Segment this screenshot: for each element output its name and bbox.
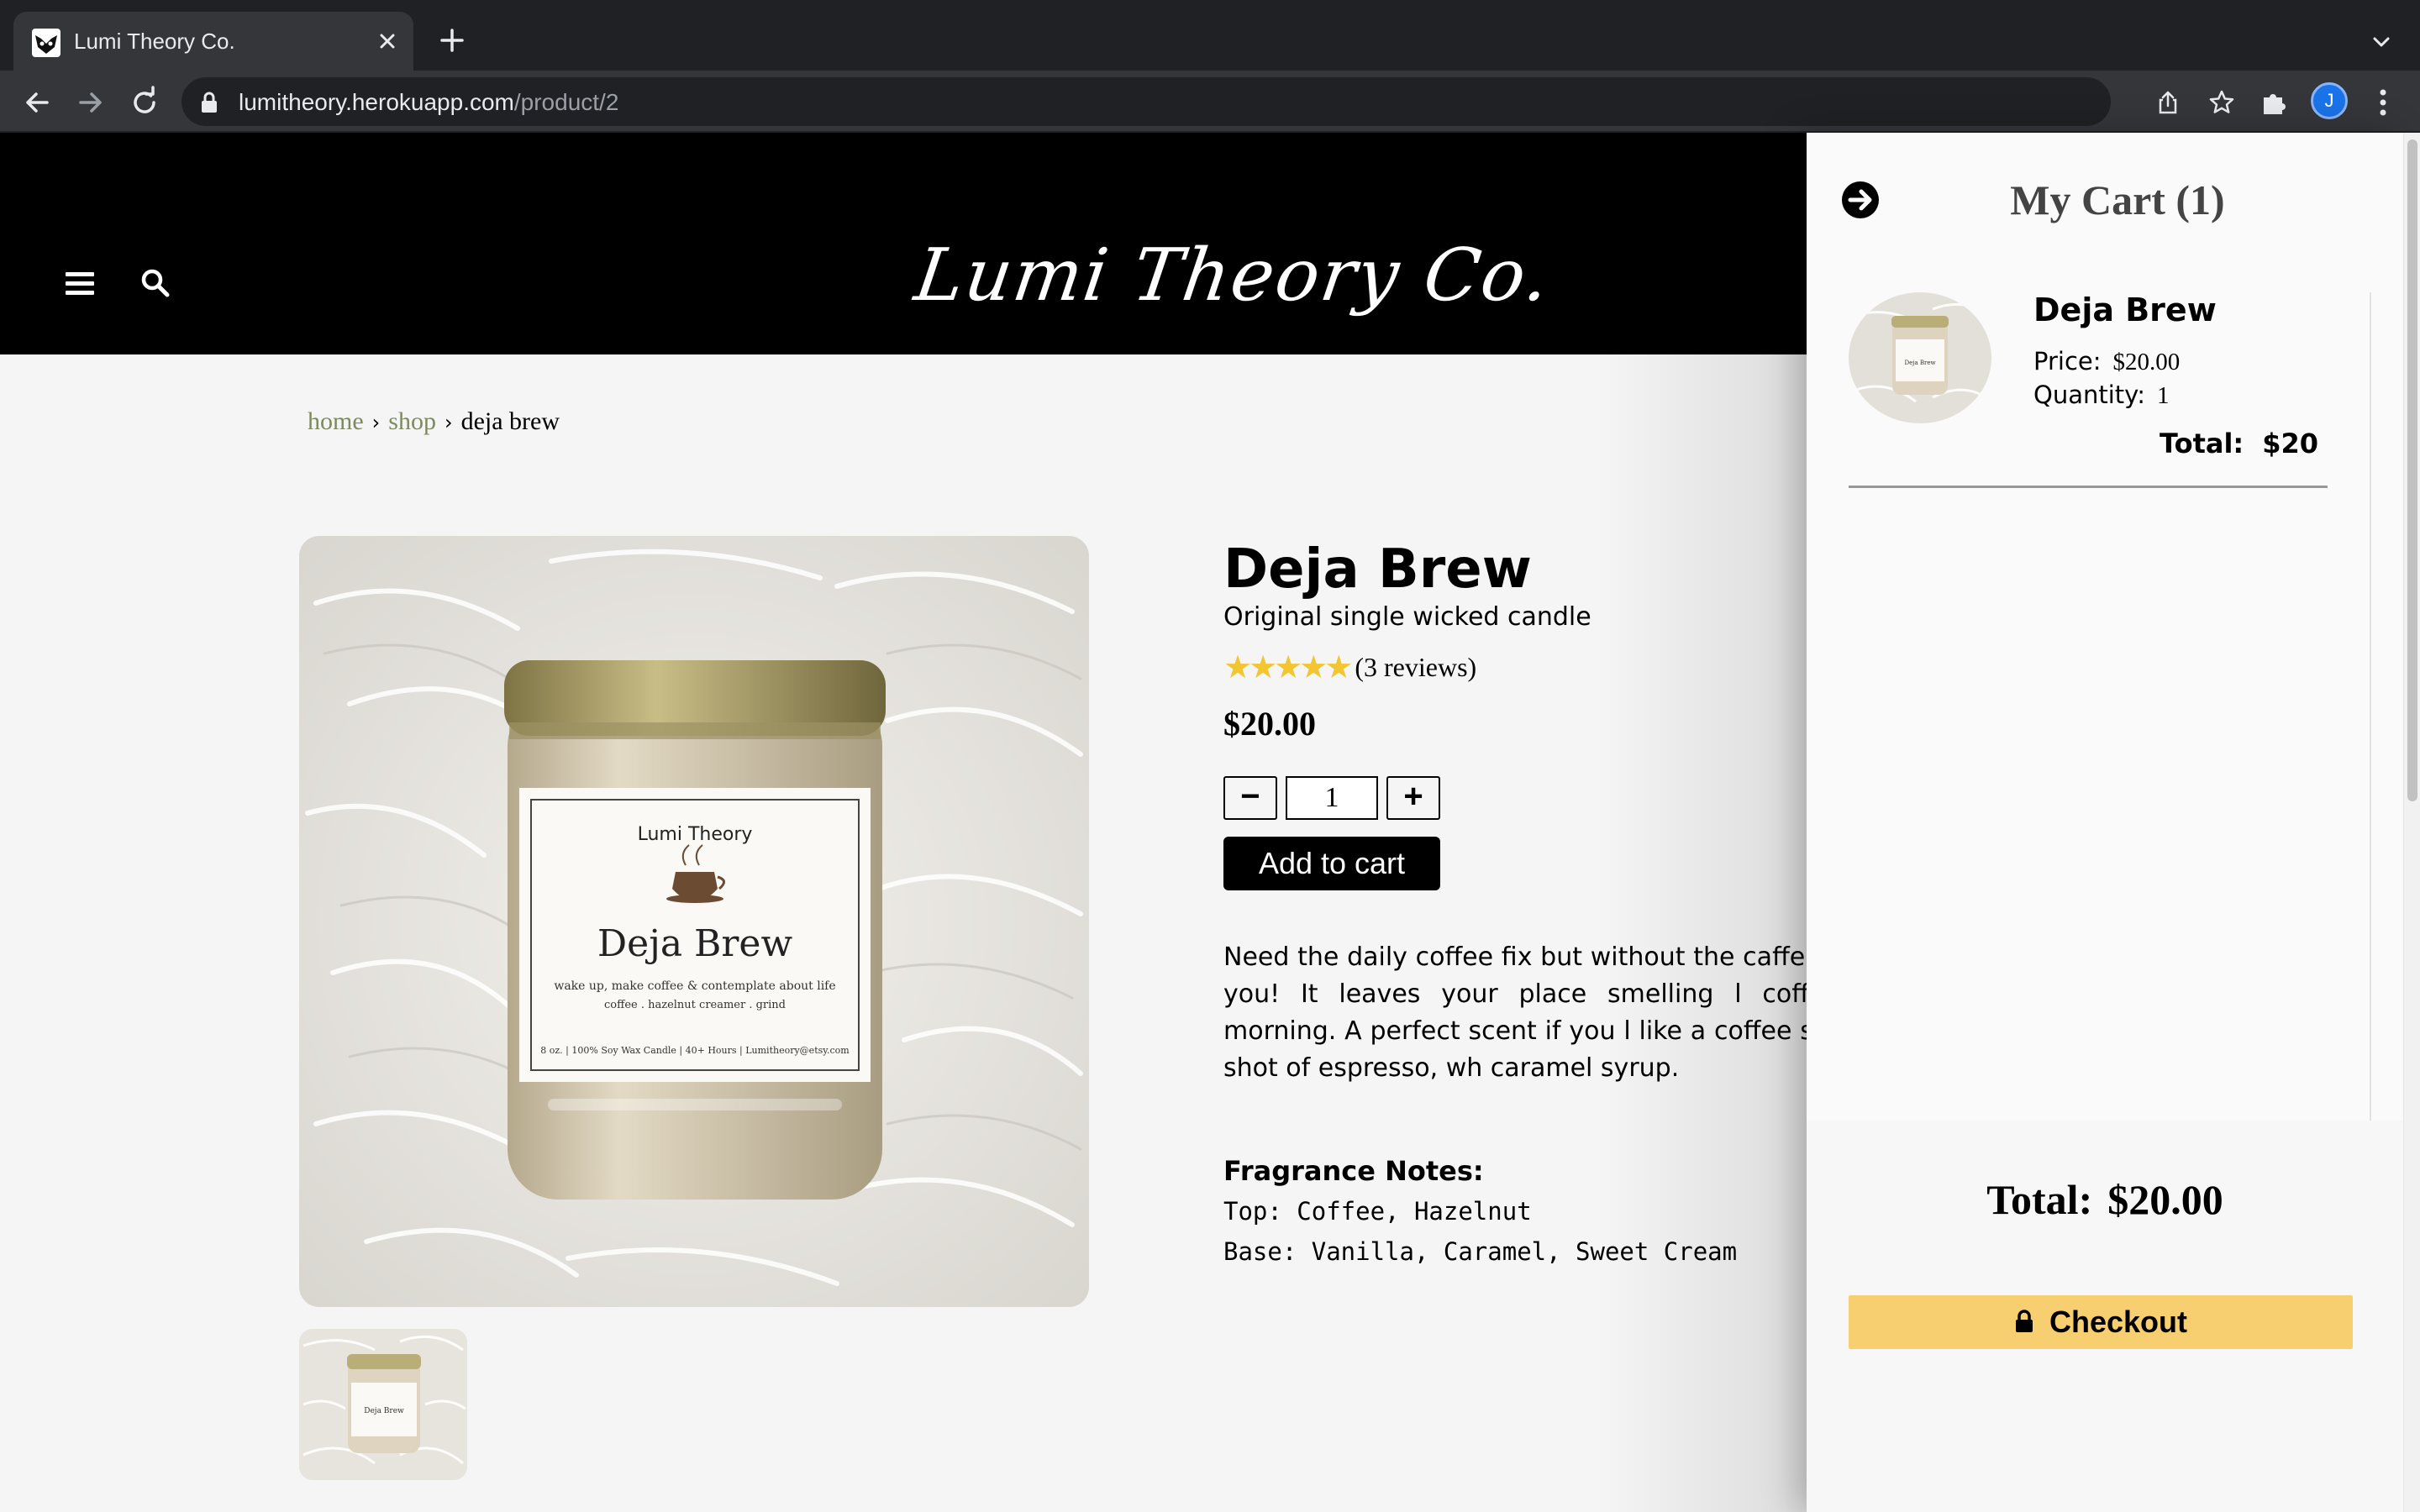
browser-toolbar: lumitheory.herokuapp.com/product/2 J — [0, 71, 2420, 133]
cart-item-price: Price: $20.00 — [2033, 344, 2180, 379]
fragrance-notes-base: Base: Vanilla, Caramel, Sweet Cream — [1223, 1237, 1738, 1266]
cart-item-total: Total: $20 — [2160, 423, 2344, 464]
browser-tab-bar: Lumi Theory Co. — [0, 0, 2420, 71]
breadcrumb-shop-link[interactable]: shop — [388, 407, 436, 435]
svg-text:Deja Brew: Deja Brew — [597, 922, 793, 965]
chevron-down-icon[interactable] — [2368, 29, 2395, 55]
svg-text:Lumi Theory: Lumi Theory — [638, 824, 753, 845]
quantity-increase-button[interactable]: + — [1386, 776, 1440, 820]
svg-text:wake up, make coffee & contemp: wake up, make coffee & contemplate about… — [554, 979, 835, 993]
address-bar[interactable]: lumitheory.herokuapp.com/product/2 — [182, 77, 2234, 126]
profile-avatar[interactable]: J — [2311, 82, 2348, 119]
cart-item-quantity: Quantity: 1 — [2033, 378, 2169, 412]
forward-arrow-icon[interactable] — [74, 86, 108, 119]
lock-icon[interactable] — [200, 92, 218, 113]
quantity-input[interactable]: 1 — [1286, 776, 1378, 820]
svg-text:8 oz. | 100% Soy Wax Candle |: 8 oz. | 100% Soy Wax Candle | 40+ Hours … — [540, 1045, 850, 1057]
breadcrumb-separator: › — [444, 411, 453, 434]
fragrance-notes-title: Fragrance Notes: — [1223, 1155, 1484, 1187]
breadcrumb-current: deja brew — [460, 407, 560, 435]
back-arrow-icon[interactable] — [20, 86, 54, 119]
cart-item-image[interactable]: Deja Brew — [1849, 292, 1991, 423]
cart-item-quantity-value: 1 — [2156, 382, 2170, 409]
browser-tab-active[interactable]: Lumi Theory Co. — [13, 12, 413, 71]
site-logo[interactable]: Lumi Theory Co. — [909, 225, 1556, 326]
cart-total: Total: $20.00 — [1807, 1173, 2403, 1226]
url-host: lumitheory.herokuapp.com — [239, 89, 514, 115]
fragrance-notes-top: Top: Coffee, Hazelnut — [1223, 1197, 1532, 1226]
cart-item-name: Deja Brew — [2033, 291, 2217, 328]
hamburger-menu-icon[interactable] — [66, 272, 94, 296]
cart-item-quantity-label: Quantity: — [2033, 381, 2145, 409]
product-subtitle: Original single wicked candle — [1223, 602, 1591, 632]
new-tab-icon[interactable] — [437, 25, 467, 55]
breadcrumb: home › shop › deja brew — [308, 405, 560, 439]
page-scrollbar[interactable] — [2403, 133, 2420, 1512]
cart-item-total-label: Total: — [2160, 428, 2244, 459]
quantity-decrease-button[interactable]: − — [1223, 776, 1277, 820]
product-rating: ★★★★★ (3 reviews) — [1223, 648, 1476, 685]
close-cart-arrow-icon[interactable] — [1840, 180, 1881, 220]
checkout-label: Checkout — [2049, 1305, 2188, 1339]
cart-total-label: Total: — [1986, 1176, 2093, 1223]
add-to-cart-button[interactable]: Add to cart — [1223, 837, 1440, 890]
product-title: Deja Brew — [1223, 538, 1532, 601]
product-thumbnail[interactable]: Deja Brew — [299, 1329, 467, 1480]
bookmark-star-icon[interactable] — [2208, 89, 2235, 116]
url-path: /product/2 — [513, 89, 619, 115]
star-rating-icon: ★★★★★ — [1223, 650, 1353, 685]
reviews-count[interactable]: (3 reviews) — [1355, 652, 1476, 683]
extensions-puzzle-icon[interactable] — [2259, 87, 2289, 118]
cart-drawer: My Cart (1) Deja Brew Deja Brew Price: $2… — [1807, 133, 2403, 1512]
scrollbar-thumb[interactable] — [2407, 139, 2417, 801]
checkout-button[interactable]: Checkout — [1849, 1295, 2353, 1349]
cart-item-total-value: $20 — [2262, 428, 2319, 459]
share-icon[interactable] — [2154, 89, 2181, 116]
product-price: $20.00 — [1223, 705, 1316, 743]
svg-text:Deja Brew: Deja Brew — [364, 1407, 404, 1415]
cart-items-panel: My Cart (1) Deja Brew Deja Brew Price: $2… — [1807, 133, 2403, 1121]
search-icon[interactable] — [139, 267, 171, 299]
svg-text:Deja Brew: Deja Brew — [1905, 360, 1936, 366]
cart-item-price-value: $20.00 — [2112, 349, 2181, 375]
cart-divider — [1849, 486, 2328, 488]
svg-text:coffee . hazelnut creamer . gr: coffee . hazelnut creamer . grind — [604, 999, 786, 1011]
close-tab-icon[interactable] — [375, 29, 400, 54]
cart-total-value: $20.00 — [2107, 1176, 2223, 1223]
more-menu-icon[interactable] — [2370, 87, 2396, 118]
cart-title: My Cart (1) — [2010, 176, 2225, 223]
reload-icon[interactable] — [128, 86, 161, 119]
cart-item-price-label: Price: — [2033, 347, 2102, 375]
cart-inner-scroll-edge — [2370, 292, 2371, 1121]
url-text[interactable]: lumitheory.herokuapp.com/product/2 — [239, 88, 618, 117]
tab-title: Lumi Theory Co. — [74, 29, 235, 54]
breadcrumb-home-link[interactable]: home — [308, 407, 364, 435]
product-main-image: Lumi Theory Deja Brew wake up, make coff… — [299, 536, 1089, 1307]
owl-favicon-icon — [32, 29, 60, 57]
breadcrumb-separator: › — [371, 411, 381, 434]
lock-icon — [2015, 1310, 2033, 1333]
